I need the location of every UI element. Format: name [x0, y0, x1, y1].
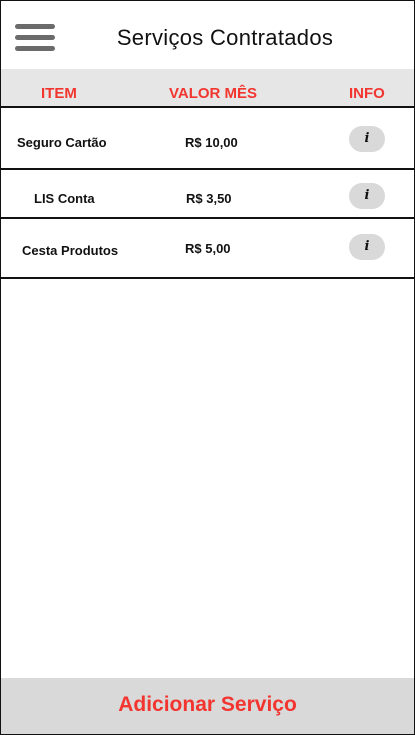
- service-name: Seguro Cartão: [17, 135, 107, 150]
- service-value: R$ 3,50: [186, 191, 232, 206]
- service-name: LIS Conta: [34, 191, 95, 206]
- table-row: Cesta Produtos R$ 5,00 i: [1, 217, 414, 279]
- column-header-valor: VALOR MÊS: [169, 85, 258, 102]
- table-row: Seguro Cartão R$ 10,00 i: [1, 106, 414, 170]
- table-row: LIS Conta R$ 3,50 i: [1, 170, 414, 218]
- info-button[interactable]: i: [349, 126, 385, 152]
- service-value: R$ 5,00: [185, 241, 231, 256]
- column-header-item: ITEM: [41, 85, 77, 102]
- add-service-label: Adicionar Serviço: [118, 693, 297, 716]
- app-screen: Serviços Contratados ITEM VALOR MÊS INFO…: [0, 0, 415, 735]
- page-title: Serviços Contratados: [116, 25, 334, 50]
- app-header: Serviços Contratados: [1, 1, 414, 69]
- info-button[interactable]: i: [349, 234, 385, 260]
- service-value: R$ 10,00: [185, 135, 238, 150]
- info-button[interactable]: i: [349, 183, 385, 209]
- service-name: Cesta Produtos: [22, 243, 119, 258]
- table-header: ITEM VALOR MÊS INFO: [1, 69, 414, 106]
- column-header-info: INFO: [349, 85, 385, 102]
- add-service-button[interactable]: Adicionar Serviço: [1, 678, 414, 734]
